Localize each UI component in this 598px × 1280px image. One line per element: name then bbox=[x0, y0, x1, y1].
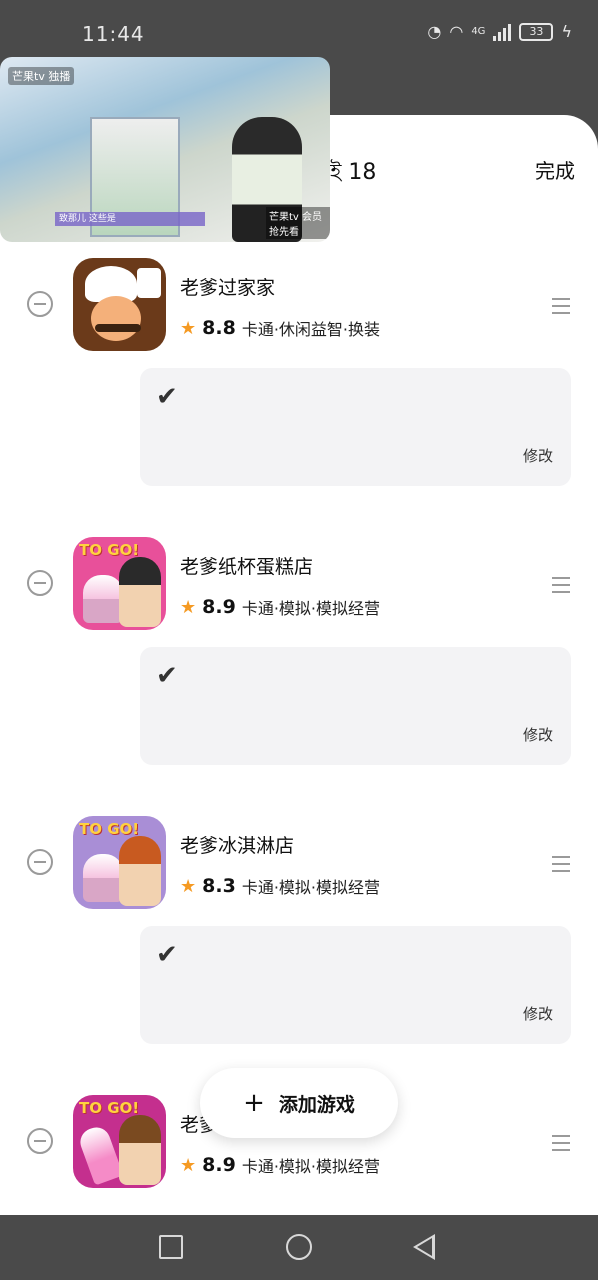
battery-icon: 33 bbox=[519, 22, 554, 41]
home-icon[interactable] bbox=[286, 1234, 312, 1260]
floating-video-player[interactable]: 芒果tv 独播 致那儿 这些是 芒果tv 会员抢先看 bbox=[0, 57, 330, 242]
to-go-badge: TO GO! bbox=[79, 1099, 140, 1117]
system-nav-bar bbox=[0, 1215, 598, 1280]
game-tags: 卡通·休闲益智·换装 bbox=[241, 320, 380, 339]
add-game-button[interactable]: + 添加游戏 bbox=[200, 1068, 398, 1138]
speed-icon: ◔ bbox=[427, 22, 442, 41]
battery-level: 33 bbox=[529, 25, 544, 38]
papas-scooperia-icon[interactable]: TO GO! bbox=[73, 816, 166, 909]
add-game-label: 添加游戏 bbox=[278, 1093, 355, 1116]
game-meta: ★ 8.9 卡通·模拟·模拟经营 bbox=[180, 1153, 380, 1177]
remove-game-button[interactable] bbox=[27, 1128, 53, 1154]
game-tags: 卡通·模拟·模拟经营 bbox=[241, 599, 380, 618]
star-icon: ★ bbox=[180, 596, 197, 618]
status-icons: ◔ ◠ 4G 33 ϟ bbox=[427, 22, 572, 41]
status-time: 11:44 bbox=[82, 22, 145, 46]
star-icon: ★ bbox=[180, 1154, 197, 1176]
check-icon: ✔ bbox=[156, 661, 178, 691]
game-score: 8.9 bbox=[202, 596, 236, 618]
recent-apps-icon[interactable] bbox=[159, 1235, 183, 1259]
remove-game-button[interactable] bbox=[27, 849, 53, 875]
game-meta: ★ 8.9 卡通·模拟·模拟经营 bbox=[180, 595, 380, 619]
drag-handle-icon[interactable] bbox=[552, 298, 570, 314]
drag-handle-icon[interactable] bbox=[552, 856, 570, 872]
plus-icon: + bbox=[243, 1088, 265, 1118]
star-icon: ★ bbox=[180, 317, 197, 339]
signal-icon bbox=[493, 23, 512, 41]
papas-paleteria-icon[interactable]: TO GO! bbox=[73, 1095, 166, 1188]
game-tags: 卡通·模拟·模拟经营 bbox=[241, 878, 380, 897]
to-go-badge: TO GO! bbox=[79, 541, 140, 559]
papas-cupcakeria-icon[interactable]: TO GO! bbox=[73, 537, 166, 630]
game-title[interactable]: 老爹冰淇淋店 bbox=[180, 831, 294, 858]
video-caption: 致那儿 这些是 bbox=[55, 212, 205, 226]
done-button[interactable]: 完成 bbox=[535, 155, 575, 184]
game-note[interactable]: ✔ 修改 bbox=[140, 926, 571, 1044]
wifi-icon: ◠ bbox=[449, 22, 464, 41]
page-title: ই 18 bbox=[330, 160, 377, 185]
game-note[interactable]: ✔ 修改 bbox=[140, 647, 571, 765]
video-watermark: 芒果tv 会员抢先看 bbox=[266, 207, 330, 239]
game-title[interactable]: 老爹纸杯蛋糕店 bbox=[180, 552, 313, 579]
game-meta: ★ 8.3 卡通·模拟·模拟经营 bbox=[180, 874, 380, 898]
edit-note-button[interactable]: 修改 bbox=[523, 724, 553, 745]
papas-chef-icon[interactable] bbox=[73, 258, 166, 351]
game-meta: ★ 8.8 卡通·休闲益智·换装 bbox=[180, 316, 380, 340]
star-icon: ★ bbox=[180, 875, 197, 897]
game-title[interactable]: 老爹过家家 bbox=[180, 273, 275, 300]
game-tags: 卡通·模拟·模拟经营 bbox=[241, 1157, 380, 1176]
network-type: 4G bbox=[471, 26, 486, 37]
game-note[interactable]: ✔ 修改 bbox=[140, 368, 571, 486]
edit-note-button[interactable]: 修改 bbox=[523, 445, 553, 466]
drag-handle-icon[interactable] bbox=[552, 1135, 570, 1151]
to-go-badge: TO GO! bbox=[79, 820, 140, 838]
check-icon: ✔ bbox=[156, 382, 178, 412]
video-channel-logo: 芒果tv 独播 bbox=[8, 67, 75, 85]
game-score: 8.9 bbox=[202, 1154, 236, 1176]
game-score: 8.3 bbox=[202, 875, 236, 897]
game-score: 8.8 bbox=[202, 317, 236, 339]
drag-handle-icon[interactable] bbox=[552, 577, 570, 593]
remove-game-button[interactable] bbox=[27, 291, 53, 317]
remove-game-button[interactable] bbox=[27, 570, 53, 596]
charging-icon: ϟ bbox=[561, 22, 572, 41]
check-icon: ✔ bbox=[156, 940, 178, 970]
back-icon[interactable] bbox=[413, 1234, 435, 1260]
edit-note-button[interactable]: 修改 bbox=[523, 1003, 553, 1024]
